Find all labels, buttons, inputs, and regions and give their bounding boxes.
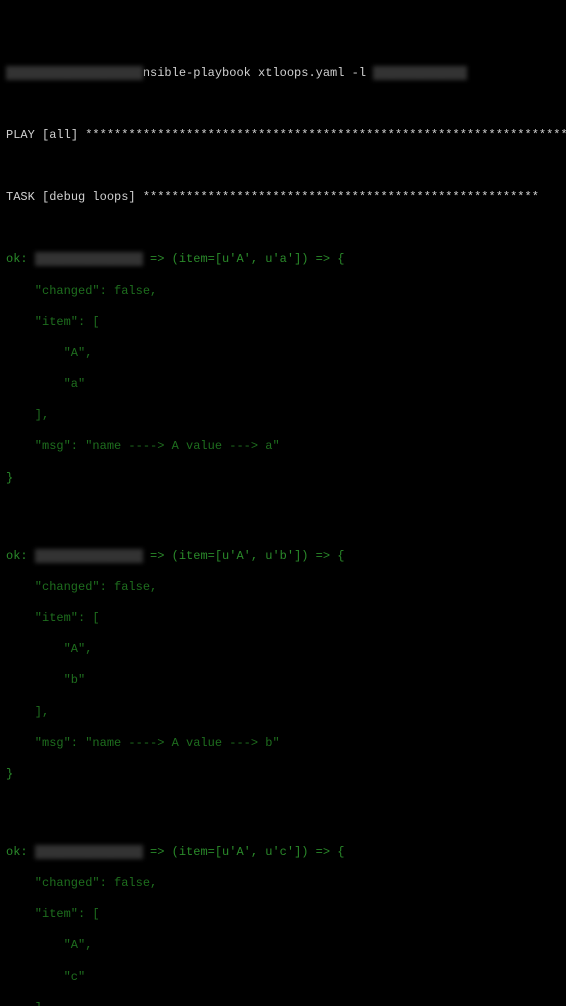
obscured-host: [██.███.██.███] [35,252,143,266]
task-header: TASK [debug loops] *********************… [6,190,560,206]
result-block: ok: [██.███.██.███] => (item=[u'A', u'a'… [6,237,560,502]
play-header: PLAY [all] *****************************… [6,128,560,144]
item-open: "item": [ [6,611,560,627]
item-value: "A", [6,642,560,658]
result-arrow: => (item=[u'A', u'a']) => { [143,252,345,266]
separator-stars: ****************************************… [85,128,566,142]
status-ok: ok: [6,549,28,563]
status-ok: ok: [6,845,28,859]
result-arrow: => (item=[u'A', u'c']) => { [143,845,345,859]
block-close: } [6,471,560,487]
changed-field: "changed": false, [6,876,560,892]
msg-field: "msg": "name ----> A value ---> b" [6,736,560,752]
item-value: "b" [6,673,560,689]
result-arrow: => (item=[u'A', u'b']) => { [143,549,345,563]
task-label: TASK [6,190,35,204]
obscured-text: ██.███.██.███ [373,66,467,80]
obscured-text: ████████ ████ █████ [6,66,143,80]
blank-line [6,98,560,113]
item-close: ], [6,408,560,424]
command-line: ████████ ████ █████nsible-playbook xtloo… [6,66,560,82]
item-close: ], [6,1001,560,1006]
separator-stars: ****************************************… [143,190,539,204]
item-value: "A", [6,346,560,362]
item-open: "item": [ [6,907,560,923]
item-close: ], [6,705,560,721]
status-ok: ok: [6,252,28,266]
play-label: PLAY [6,128,35,142]
play-target: [all] [42,128,78,142]
changed-field: "changed": false, [6,580,560,596]
item-value: "A", [6,938,560,954]
obscured-host: [██.███.██.███] [35,549,143,563]
command-text: nsible-playbook xtloops.yaml -l [143,66,366,80]
result-block: ok: [██.███.██.███] => (item=[u'A', u'c'… [6,829,560,1006]
blank-line [6,159,560,174]
changed-field: "changed": false, [6,284,560,300]
msg-field: "msg": "name ----> A value ---> a" [6,439,560,455]
task-name: [debug loops] [42,190,136,204]
item-open: "item": [ [6,315,560,331]
result-block: ok: [██.███.██.███] => (item=[u'A', u'b'… [6,533,560,798]
item-value: "a" [6,377,560,393]
item-value: "c" [6,970,560,986]
block-close: } [6,767,560,783]
obscured-host: [██.███.██.███] [35,845,143,859]
